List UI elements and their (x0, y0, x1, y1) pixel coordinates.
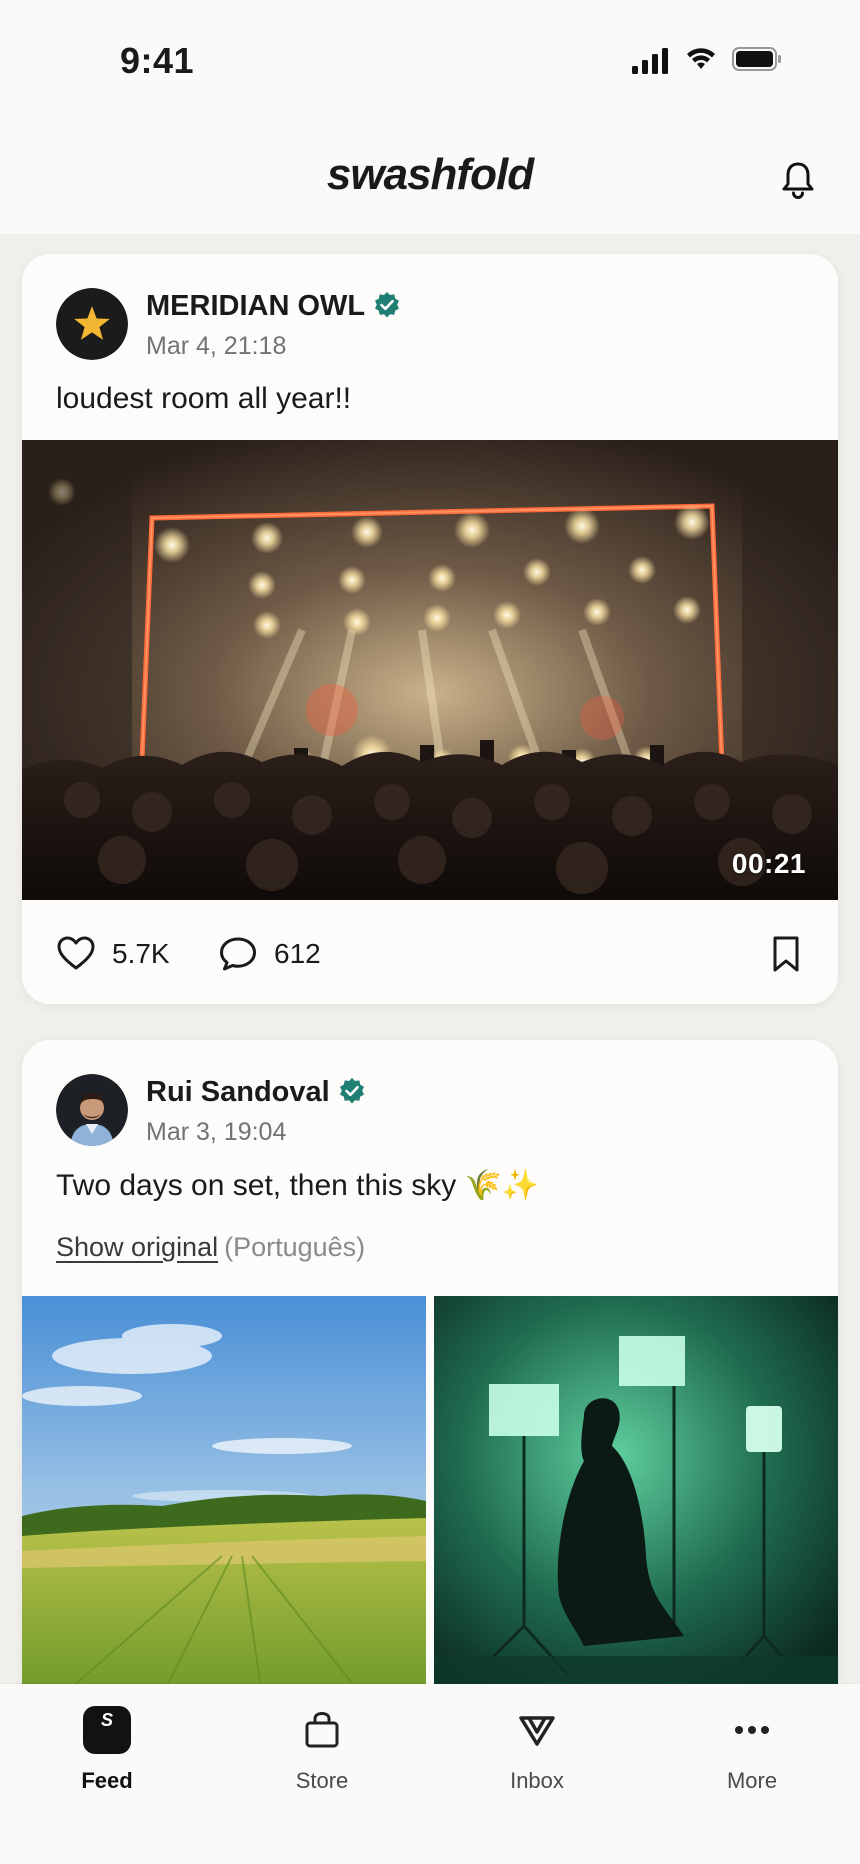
post-caption: Two days on set, then this sky 🌾✨ (56, 1169, 540, 1202)
field-sky-photo (22, 1296, 426, 1696)
tab-store[interactable]: Store (242, 1702, 402, 1794)
inbox-v-icon (519, 1716, 555, 1746)
comment-count: 612 (274, 938, 321, 969)
author-name[interactable]: MERIDIAN OWL (146, 290, 401, 323)
concert-video-thumbnail (22, 440, 838, 900)
show-original-link[interactable]: Show original (56, 1232, 218, 1262)
author-name[interactable]: Rui Sandoval (146, 1076, 366, 1109)
author-name-text: MERIDIAN OWL (146, 290, 366, 322)
author-name-text: Rui Sandoval (146, 1076, 330, 1108)
cellular-signal-icon (632, 48, 668, 74)
original-language: (Português) (224, 1232, 366, 1262)
tab-inbox[interactable]: Inbox (457, 1702, 617, 1794)
author-avatar[interactable] (56, 1074, 128, 1146)
comment-button[interactable]: 612 (218, 934, 321, 974)
tab-label: Inbox (510, 1768, 564, 1793)
star-icon (56, 288, 128, 360)
status-time: 9:41 (120, 40, 195, 81)
status-bar: 9:41 (0, 0, 860, 120)
battery-icon (732, 47, 781, 71)
comment-bubble-icon (220, 937, 256, 971)
app-logo: swashfold (326, 150, 534, 199)
verified-badge-icon (375, 292, 400, 318)
bottom-tab-bar: S Feed Store Inbox More (0, 1684, 860, 1864)
wifi-icon (687, 48, 715, 69)
video-duration: 00:21 (731, 848, 806, 879)
post-date: Mar 4, 21:18 (146, 332, 287, 360)
green-studio-photo (434, 1296, 838, 1696)
post-video[interactable]: 00:21 (22, 440, 838, 900)
bookmark-button[interactable] (766, 934, 806, 974)
post-card[interactable]: MERIDIAN OWL Mar 4, 21:18 loudest room a… (22, 254, 838, 1004)
post-caption: loudest room all year!! (56, 382, 352, 415)
tab-label: More (726, 1768, 778, 1793)
post-image[interactable] (434, 1296, 838, 1696)
app-header: swashfold (0, 120, 860, 234)
profile-photo (56, 1074, 128, 1146)
author-avatar[interactable] (56, 288, 128, 360)
like-button[interactable]: 5.7K (56, 934, 170, 974)
post-image-grid (22, 1296, 838, 1696)
tab-feed[interactable]: S Feed (27, 1702, 187, 1794)
bookmark-icon (773, 936, 799, 972)
verified-badge-icon (339, 1078, 364, 1104)
like-count: 5.7K (112, 938, 170, 969)
heart-icon (57, 936, 95, 970)
bag-icon (305, 1711, 339, 1748)
tab-label: Store (295, 1768, 349, 1793)
post-date: Mar 3, 19:04 (146, 1118, 287, 1146)
post-image[interactable] (22, 1296, 426, 1696)
tab-label: Feed (81, 1768, 133, 1793)
notifications-bell-icon[interactable] (780, 160, 816, 200)
more-dots-icon (735, 1726, 769, 1734)
translation-note: Show original (Português) (56, 1232, 365, 1263)
feed-logo-icon: S (83, 1706, 131, 1754)
post-actions: 5.7K 612 (22, 900, 838, 1004)
tab-more[interactable]: More (672, 1702, 832, 1794)
